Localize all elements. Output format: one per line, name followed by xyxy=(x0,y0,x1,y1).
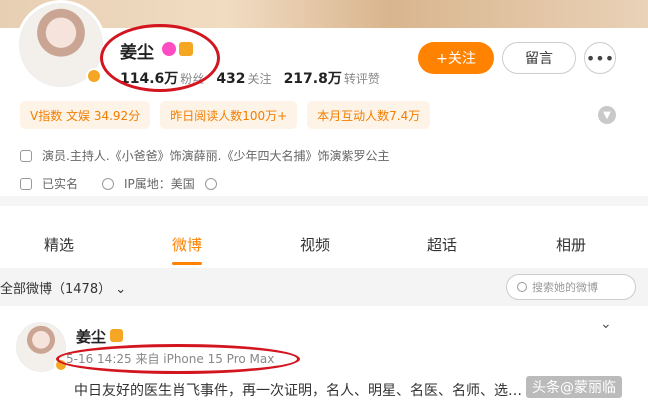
tab-video[interactable]: 视频 xyxy=(300,234,330,255)
help-icon[interactable] xyxy=(204,177,217,190)
profile-tabs: 精选 微博 视频 超话 相册 xyxy=(0,206,648,265)
post-author-name[interactable]: 姜尘 xyxy=(76,326,106,347)
location-icon xyxy=(102,177,115,190)
chip-monthly-interactions[interactable]: 本月互动人数7.4万 xyxy=(307,101,431,129)
chip-v-index[interactable]: V指数 文娱 34.92分 xyxy=(20,101,151,129)
bio-row: 演员.主持人.《小爸爸》饰演薛丽.《少年四大名捕》饰演紫罗公主 xyxy=(20,147,389,164)
post-text: 中日友好的医生肖飞事件，再一次证明，名人、明星、名医、名师、选… xyxy=(74,383,522,399)
tab-super-topic[interactable]: 超话 xyxy=(427,234,457,255)
search-posts-input[interactable]: 搜索她的微博 xyxy=(506,274,636,300)
tab-album[interactable]: 相册 xyxy=(556,234,586,255)
ip-location-text: IP属地：美国 xyxy=(124,177,195,191)
watermark: 头条@蒙丽临 xyxy=(526,376,622,398)
section-divider xyxy=(0,196,648,206)
meta-row: 已实名 IP属地：美国 xyxy=(20,175,217,192)
verified-badge-icon xyxy=(86,68,102,84)
chevron-down-icon[interactable]: ⌄ xyxy=(600,316,612,332)
tab-featured[interactable]: 精选 xyxy=(44,234,74,255)
follow-button[interactable]: +关注 xyxy=(418,42,494,74)
shield-icon xyxy=(20,149,32,162)
feed-filter-bar: 全部微博（1478） ⌄ 搜索她的微博 xyxy=(0,268,648,306)
verified-text: 已实名 xyxy=(42,177,79,191)
tab-weibo[interactable]: 微博 xyxy=(172,234,202,255)
following-stat[interactable]: 432 关注 xyxy=(216,70,271,87)
crown-badge-icon xyxy=(110,329,123,342)
search-icon xyxy=(517,282,527,292)
stat-chips: V指数 文娱 34.92分 昨日阅读人数100万+ 本月互动人数7.4万 xyxy=(20,101,431,129)
chevron-down-icon[interactable]: ▼ xyxy=(598,106,616,124)
chip-daily-readers[interactable]: 昨日阅读人数100万+ xyxy=(160,101,298,129)
bio-text: 演员.主持人.《小爸爸》饰演薛丽.《少年四大名捕》饰演紫罗公主 xyxy=(42,149,390,163)
more-options-button[interactable]: ••• xyxy=(584,42,616,74)
annotation-circle-name xyxy=(100,24,220,92)
active-tab-indicator xyxy=(172,262,202,265)
id-card-icon xyxy=(20,177,32,190)
reposts-stat: 217.8万 转评赞 xyxy=(283,71,380,87)
annotation-circle-meta xyxy=(56,344,300,374)
message-button[interactable]: 留言 xyxy=(502,42,576,74)
all-posts-filter[interactable]: 全部微博（1478） ⌄ xyxy=(0,278,126,297)
